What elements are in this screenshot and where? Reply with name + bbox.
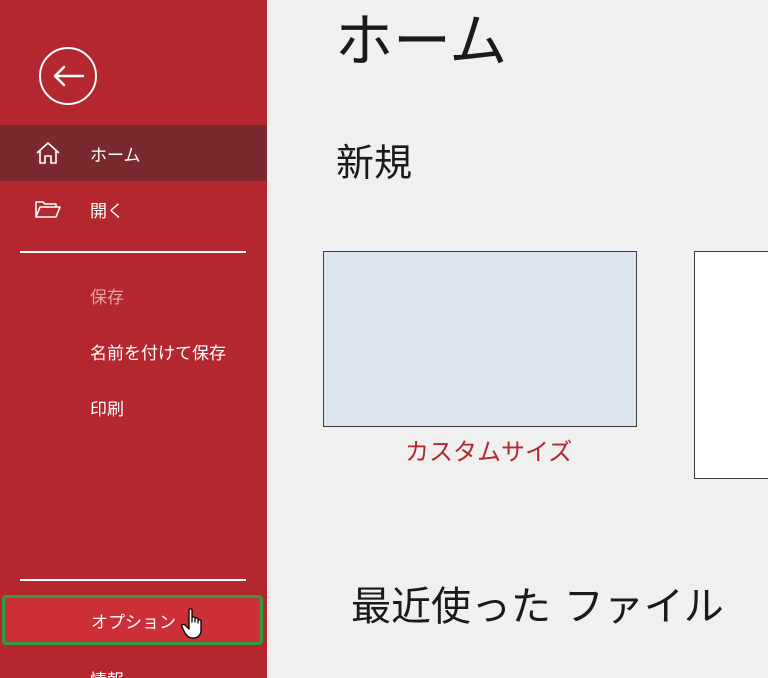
sidebar-item-print[interactable]: 印刷 <box>0 379 267 435</box>
backstage-sidebar: ホーム 開く 保存 名前を付けて保存 印刷 オプション 情報 <box>0 0 267 678</box>
sidebar-item-options[interactable]: オプション <box>2 595 263 645</box>
sidebar-item-open[interactable]: 開く <box>0 181 267 237</box>
sidebar-item-label: 保存 <box>90 287 124 308</box>
back-button[interactable] <box>39 47 97 105</box>
template-thumbnail[interactable] <box>694 251 768 479</box>
sidebar-item-save[interactable]: 保存 <box>0 267 267 323</box>
recent-files-title: 最近使った ファイル <box>351 584 724 630</box>
sidebar-item-info[interactable]: 情報 <box>0 650 267 678</box>
new-section-title: 新規 <box>336 141 413 185</box>
home-icon <box>36 142 60 164</box>
hand-pointer-icon <box>181 608 202 639</box>
sidebar-item-label: ホーム <box>90 145 141 166</box>
sidebar-item-label: 印刷 <box>90 399 124 420</box>
sidebar-item-label: オプション <box>91 612 176 633</box>
sidebar-item-label: 開く <box>90 201 124 222</box>
folder-open-icon <box>35 201 61 218</box>
sidebar-divider <box>20 251 246 253</box>
main-content: ホーム 新規 カスタムサイズ 最近使った ファイル <box>267 0 768 678</box>
sidebar-divider <box>20 579 246 581</box>
template-custom-size-thumbnail[interactable] <box>323 251 637 427</box>
sidebar-item-home[interactable]: ホーム <box>0 125 267 181</box>
page-title: ホーム <box>335 7 508 75</box>
template-custom-size-label[interactable]: カスタムサイズ <box>405 432 572 467</box>
sidebar-item-label: 名前を付けて保存 <box>90 343 226 364</box>
sidebar-item-save-as[interactable]: 名前を付けて保存 <box>0 323 267 379</box>
back-arrow-icon <box>53 65 85 87</box>
sidebar-item-label: 情報 <box>90 666 124 678</box>
